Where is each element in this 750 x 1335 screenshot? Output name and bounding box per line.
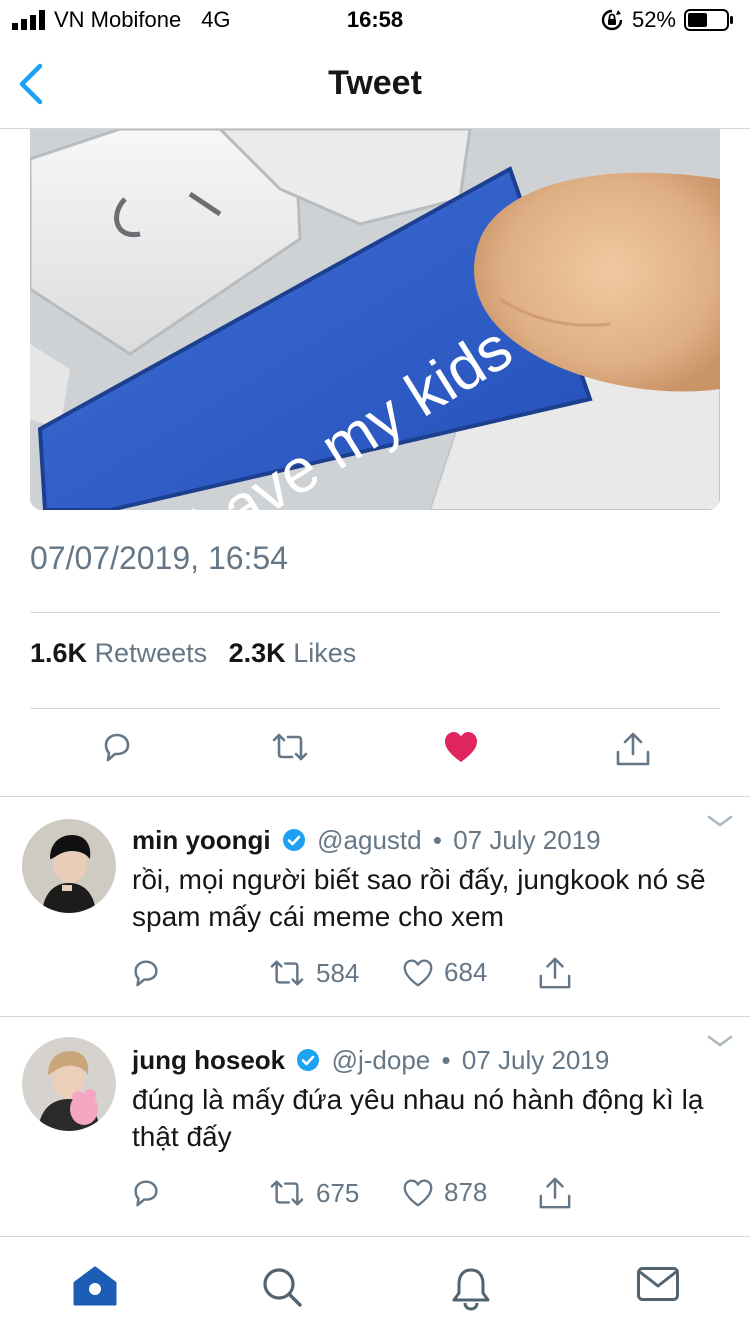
battery-percent: 52% (631, 7, 676, 32)
reply-action-reply[interactable] (130, 957, 162, 989)
reply-header: jung hoseok @j-dope • 07 July 2019 (132, 1045, 609, 1076)
page-title: Tweet (328, 64, 422, 102)
handle[interactable]: @j-dope (332, 1045, 431, 1075)
heart-icon (403, 1179, 433, 1206)
heart-filled-icon (445, 732, 477, 762)
retweet-label[interactable]: Retweets (95, 638, 208, 668)
reply-date: 07 July 2019 (453, 825, 601, 855)
meta-separator: • (432, 825, 442, 855)
tweet-media-image[interactable]: have my kids (30, 129, 720, 510)
retweet-count: 675 (316, 1177, 360, 1208)
reply-action-reply[interactable] (130, 1177, 162, 1209)
reply-action-share[interactable] (538, 1175, 572, 1211)
retweet-icon (270, 1180, 304, 1206)
reply-action-like[interactable]: 684 (402, 957, 487, 988)
tweet-timestamp: 07/07/2019, 16:54 (30, 540, 289, 576)
retweet-count[interactable]: 1.6K (30, 638, 87, 668)
like-button[interactable] (443, 730, 479, 764)
verified-badge-icon (297, 1049, 320, 1071)
retweet-button[interactable] (270, 730, 310, 764)
chevron-down-icon (707, 815, 733, 827)
navigation-bar: Tweet (0, 40, 750, 129)
meta-separator: • (441, 1045, 451, 1075)
status-bar: VN Mobifone 4G 16:58 52% (0, 0, 750, 40)
retweet-icon (270, 960, 304, 986)
reply-icon (134, 1180, 158, 1207)
heart-icon (403, 959, 433, 986)
search-icon (263, 1268, 302, 1307)
reply-icon (134, 960, 158, 987)
share-icon (616, 732, 650, 766)
reply-icon (104, 733, 130, 762)
tweet-stats: 1.6K Retweets 2.3K Likes (30, 638, 370, 669)
reply-action-retweet[interactable]: 675 (268, 1177, 359, 1209)
reply-action-retweet[interactable]: 584 (268, 957, 359, 989)
home-icon (73, 1266, 117, 1306)
display-name[interactable]: jung hoseok (132, 1045, 285, 1075)
tab-notifications[interactable] (450, 1265, 492, 1311)
reply-tweet[interactable]: min yoongi @agustd • 07 July 2019 rồi, m… (0, 797, 750, 1015)
reply-text: đúng là mấy đứa yêu nhau nó hành động kì… (132, 1084, 704, 1152)
share-button[interactable] (615, 730, 651, 768)
tab-home[interactable] (72, 1265, 118, 1307)
reply-header: min yoongi @agustd • 07 July 2019 (132, 825, 601, 856)
reply-text: rồi, mọi người biết sao rồi đấy, jungkoo… (132, 864, 706, 932)
share-icon (539, 957, 571, 989)
reply-action-like[interactable]: 878 (402, 1177, 487, 1208)
reply-action-share[interactable] (538, 955, 572, 991)
avatar-photo (22, 1037, 116, 1131)
rotation-lock-icon (601, 9, 623, 31)
bottom-tab-bar (0, 1236, 750, 1335)
avatar-photo (22, 819, 116, 913)
retweet-count: 584 (316, 957, 360, 988)
handle[interactable]: @agustd (317, 825, 421, 855)
tweet-action-bar (0, 730, 750, 776)
bell-icon (452, 1268, 490, 1311)
retweet-icon (272, 733, 308, 761)
avatar[interactable] (22, 819, 116, 913)
tab-messages[interactable] (636, 1265, 680, 1303)
avatar[interactable] (22, 1037, 116, 1131)
like-label[interactable]: Likes (293, 638, 356, 668)
more-options-button[interactable] (706, 813, 734, 829)
mail-icon (637, 1267, 679, 1301)
chevron-down-icon (707, 1035, 733, 1047)
verified-badge-icon (282, 829, 305, 851)
reply-button[interactable] (100, 730, 134, 764)
more-options-button[interactable] (706, 1033, 734, 1049)
like-count: 684 (444, 957, 488, 987)
divider (30, 612, 720, 613)
battery-icon (684, 9, 733, 31)
display-name[interactable]: min yoongi (132, 825, 271, 855)
divider (30, 708, 720, 709)
tab-search[interactable] (260, 1265, 304, 1309)
status-right: 52% (600, 7, 734, 33)
like-count: 878 (444, 1177, 488, 1207)
share-icon (539, 1177, 571, 1209)
reply-date: 07 July 2019 (461, 1045, 610, 1075)
reply-tweet[interactable]: jung hoseok @j-dope • 07 July 2019 đúng … (0, 1017, 750, 1235)
like-count[interactable]: 2.3K (229, 638, 286, 668)
